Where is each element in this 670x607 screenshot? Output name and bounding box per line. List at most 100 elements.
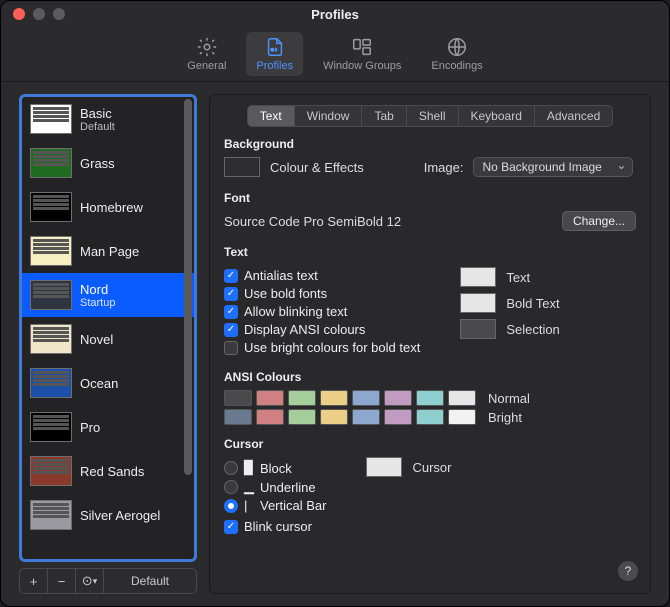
cursor-section-title: Cursor: [224, 437, 636, 451]
profile-name: Red Sands: [80, 464, 144, 479]
ansi-swatch[interactable]: [352, 390, 380, 406]
profile-thumbnail: [30, 324, 72, 354]
toolbar-label: Profiles: [256, 60, 293, 72]
window-title: Profiles: [1, 7, 669, 22]
profile-subtitle: Startup: [80, 297, 115, 309]
scrollbar-thumb[interactable]: [184, 99, 192, 475]
ansi-swatch[interactable]: [288, 409, 316, 425]
globe-icon: [446, 36, 468, 58]
cursor-block-radio[interactable]: ▉Block: [224, 460, 326, 476]
gear-icon: [196, 36, 218, 58]
profile-actions-menu[interactable]: ⊙▾: [76, 569, 104, 593]
text-colour-well[interactable]: [460, 267, 496, 287]
profile-thumbnail: [30, 192, 72, 222]
background-image-select[interactable]: No Background Image: [473, 157, 633, 177]
profile-icon: [264, 36, 286, 58]
ansi-row-label: Normal: [488, 391, 530, 406]
ansi-bright-row: Bright: [224, 409, 636, 425]
ansi-row-label: Bright: [488, 410, 522, 425]
tab-advanced[interactable]: Advanced: [535, 105, 613, 127]
profile-name: Basic: [80, 106, 115, 121]
ansi-swatch[interactable]: [320, 409, 348, 425]
profile-thumbnail: [30, 500, 72, 530]
toolbar-general[interactable]: General: [177, 32, 236, 76]
toolbar-label: Encodings: [431, 60, 482, 72]
add-profile-button[interactable]: +: [20, 569, 48, 593]
sidebar-footer: + − ⊙▾ Default: [19, 568, 197, 594]
profile-thumbnail: [30, 368, 72, 398]
settings-panel: TextWindowTabShellKeyboardAdvanced Backg…: [209, 94, 651, 594]
profile-thumbnail: [30, 148, 72, 178]
display-ansi-checkbox[interactable]: ✓Display ANSI colours: [224, 322, 420, 337]
remove-profile-button[interactable]: −: [48, 569, 76, 593]
bold-fonts-checkbox[interactable]: ✓Use bold fonts: [224, 286, 420, 301]
cursor-colour-well[interactable]: [366, 457, 402, 477]
ansi-swatch[interactable]: [256, 409, 284, 425]
tab-text[interactable]: Text: [247, 105, 295, 127]
profile-thumbnail: [30, 236, 72, 266]
profile-thumbnail: [30, 104, 72, 134]
tab-tab[interactable]: Tab: [362, 105, 406, 127]
profile-thumbnail: [30, 412, 72, 442]
profile-name: Man Page: [80, 244, 139, 259]
profiles-sidebar: BasicDefaultGrassHomebrewMan PageNordSta…: [19, 94, 197, 562]
bold-text-colour-well[interactable]: [460, 293, 496, 313]
ansi-section-title: ANSI Colours: [224, 370, 636, 384]
background-colour-well[interactable]: [224, 157, 260, 177]
profile-name: Novel: [80, 332, 113, 347]
toolbar-profiles[interactable]: Profiles: [246, 32, 303, 76]
font-section-title: Font: [224, 191, 636, 205]
ansi-swatch[interactable]: [384, 390, 412, 406]
profile-row-homebrew[interactable]: Homebrew: [22, 185, 194, 229]
toolbar-encodings[interactable]: Encodings: [421, 32, 492, 76]
toolbar-window-groups[interactable]: Window Groups: [313, 32, 411, 76]
ansi-swatch[interactable]: [416, 390, 444, 406]
ansi-swatch[interactable]: [256, 390, 284, 406]
profile-name: Pro: [80, 420, 100, 435]
profiles-list[interactable]: BasicDefaultGrassHomebrewMan PageNordSta…: [22, 97, 194, 559]
profile-name: Silver Aerogel: [80, 508, 160, 523]
ansi-swatch[interactable]: [448, 390, 476, 406]
ansi-swatch[interactable]: [352, 409, 380, 425]
ansi-swatch[interactable]: [224, 409, 252, 425]
ansi-swatch[interactable]: [448, 409, 476, 425]
blinking-text-checkbox[interactable]: ✓Allow blinking text: [224, 304, 420, 319]
ansi-swatch[interactable]: [288, 390, 316, 406]
profile-row-red-sands[interactable]: Red Sands: [22, 449, 194, 493]
profile-row-basic[interactable]: BasicDefault: [22, 97, 194, 141]
toolbar-label: Window Groups: [323, 60, 401, 72]
change-font-button[interactable]: Change...: [562, 211, 636, 231]
window-groups-icon: [351, 36, 373, 58]
image-label: Image:: [424, 160, 464, 175]
tab-window[interactable]: Window: [295, 105, 363, 127]
ansi-swatch[interactable]: [224, 390, 252, 406]
profile-row-ocean[interactable]: Ocean: [22, 361, 194, 405]
text-section-title: Text: [224, 245, 636, 259]
tab-keyboard[interactable]: Keyboard: [459, 105, 535, 127]
settings-tabs: TextWindowTabShellKeyboardAdvanced: [224, 105, 636, 127]
profile-subtitle: Default: [80, 121, 115, 133]
selection-colour-well[interactable]: [460, 319, 496, 339]
sidebar-column: BasicDefaultGrassHomebrewMan PageNordSta…: [19, 94, 197, 594]
profile-row-nord[interactable]: NordStartup: [22, 273, 194, 317]
profile-row-silver-aerogel[interactable]: Silver Aerogel: [22, 493, 194, 537]
cursor-vbar-radio[interactable]: |Vertical Bar: [224, 498, 326, 513]
profile-row-novel[interactable]: Novel: [22, 317, 194, 361]
ansi-swatch[interactable]: [384, 409, 412, 425]
profile-name: Ocean: [80, 376, 118, 391]
profile-row-pro[interactable]: Pro: [22, 405, 194, 449]
profile-name: Nord: [80, 282, 115, 297]
bright-bold-checkbox[interactable]: Use bright colours for bold text: [224, 340, 420, 355]
scrollbar[interactable]: [184, 99, 192, 557]
profile-row-man-page[interactable]: Man Page: [22, 229, 194, 273]
tab-shell[interactable]: Shell: [407, 105, 459, 127]
help-button[interactable]: ?: [618, 561, 638, 581]
antialias-checkbox[interactable]: ✓Antialias text: [224, 268, 420, 283]
blink-cursor-checkbox[interactable]: ✓Blink cursor: [224, 519, 326, 534]
set-default-button[interactable]: Default: [104, 569, 196, 593]
cursor-underline-radio[interactable]: ▁Underline: [224, 479, 326, 495]
ansi-swatch[interactable]: [320, 390, 348, 406]
preferences-window: Profiles General Profiles Window Groups …: [0, 0, 670, 607]
ansi-swatch[interactable]: [416, 409, 444, 425]
profile-row-grass[interactable]: Grass: [22, 141, 194, 185]
